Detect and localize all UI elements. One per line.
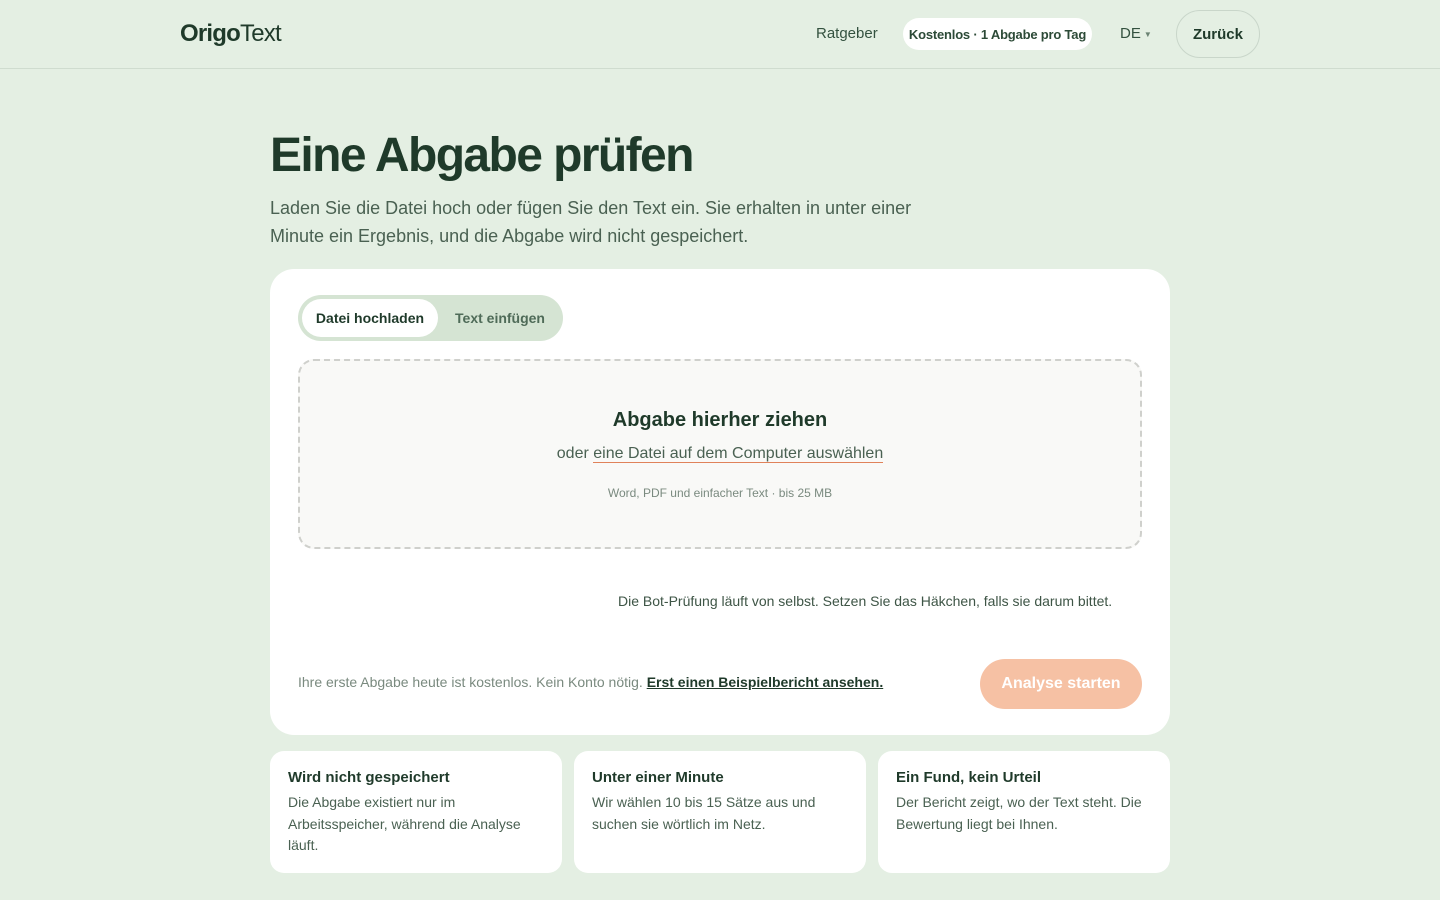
- tab-paste-text[interactable]: Text einfügen: [444, 299, 556, 337]
- plan-badge: Kostenlos · 1 Abgabe pro Tag: [903, 18, 1092, 50]
- logo-wordmark-light: Text: [240, 20, 282, 47]
- feature-card-under-a-minute: Unter einer Minute Wir wählen 10 bis 15 …: [574, 751, 866, 873]
- page-intro: Laden Sie die Datei hoch oder fügen Sie …: [270, 198, 912, 246]
- dropzone-subline: oder eine Datei auf dem Computer auswähl…: [300, 445, 1140, 463]
- feature-title: Unter einer Minute: [592, 769, 724, 786]
- language-selector[interactable]: DE ▼: [1120, 25, 1152, 42]
- tab-file-upload[interactable]: Datei hochladen: [302, 299, 438, 337]
- start-analysis-button[interactable]: Analyse starten: [980, 659, 1142, 709]
- dropzone-or-text: oder: [556, 445, 589, 462]
- logo-wordmark-bold: Origo: [180, 20, 241, 47]
- choose-file-link[interactable]: eine Datei auf dem Computer auswählen: [593, 445, 884, 463]
- feature-text: Der Bericht zeigt, wo der Text steht. Di…: [896, 794, 1142, 832]
- free-usage-text: Ihre erste Abgabe heute ist kostenlos. K…: [298, 674, 643, 690]
- feature-title: Ein Fund, kein Urteil: [896, 769, 1042, 786]
- page-title: Eine Abgabe prüfen: [270, 129, 694, 182]
- sample-report-link[interactable]: Erst einen Beispielbericht ansehen.: [647, 674, 884, 690]
- back-button[interactable]: Zurück: [1176, 10, 1260, 58]
- file-dropzone[interactable]: Abgabe hierher ziehen oder eine Datei au…: [298, 359, 1142, 549]
- bot-check-note: Die Bot-Prüfung läuft von selbst. Setzen…: [618, 593, 1113, 609]
- dropzone-title: Abgabe hierher ziehen: [612, 409, 828, 431]
- feature-title: Wird nicht gespeichert: [288, 769, 450, 786]
- nav-link-ratgeber[interactable]: Ratgeber: [816, 25, 878, 42]
- feature-text: Wir wählen 10 bis 15 Sätze aus und suche…: [592, 794, 816, 832]
- language-label: DE: [1120, 25, 1141, 42]
- feature-text: Die Abgabe existiert nur im Arbeitsspeic…: [288, 794, 521, 853]
- site-header: OrigoText Ratgeber Kostenlos · 1 Abgabe …: [0, 0, 1440, 69]
- chevron-down-icon: ▼: [1143, 30, 1152, 39]
- upload-card: Datei hochladen Text einfügen Abgabe hie…: [270, 269, 1170, 735]
- feature-card-not-stored: Wird nicht gespeichert Die Abgabe existi…: [270, 751, 562, 873]
- dropzone-file-hint: Word, PDF und einfacher Text · bis 25 MB: [607, 486, 833, 500]
- logo[interactable]: OrigoText: [180, 20, 282, 48]
- free-usage-note: Ihre erste Abgabe heute ist kostenlos. K…: [298, 674, 883, 690]
- feature-card-finding-not-verdict: Ein Fund, kein Urteil Der Bericht zeigt,…: [878, 751, 1170, 873]
- input-mode-tabs: Datei hochladen Text einfügen: [298, 295, 563, 341]
